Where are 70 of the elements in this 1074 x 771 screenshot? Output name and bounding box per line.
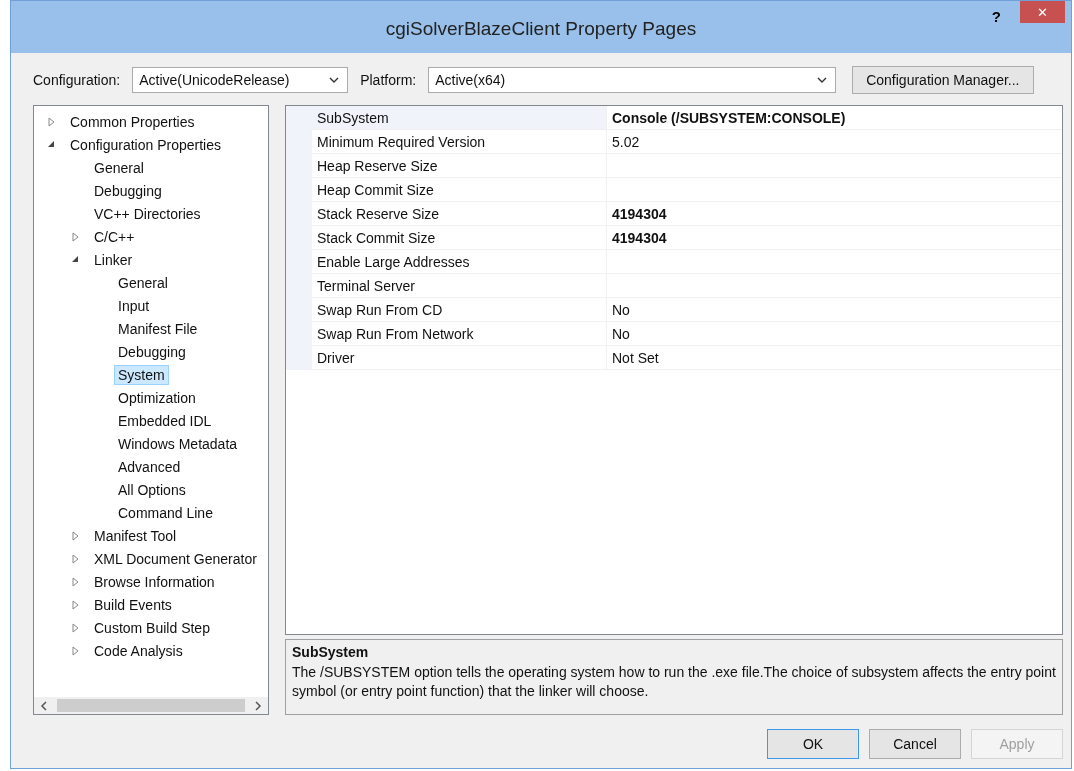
configuration-dropdown[interactable]: Active(UnicodeRelease): [132, 67, 349, 93]
close-button[interactable]: ✕: [1020, 1, 1065, 23]
tree-item[interactable]: Optimization: [114, 387, 200, 408]
tree-item[interactable]: Browse Information: [90, 571, 219, 592]
tree-item[interactable]: Debugging: [114, 341, 190, 362]
tree-item[interactable]: Custom Build Step: [90, 617, 214, 638]
help-button[interactable]: ?: [985, 7, 1007, 26]
scroll-right-icon[interactable]: [255, 700, 262, 711]
tree-item[interactable]: All Options: [114, 479, 190, 500]
collapsed-arrow-icon[interactable]: [72, 553, 79, 564]
chevron-icon: [329, 77, 340, 83]
tree-item[interactable]: Command Line: [114, 502, 217, 523]
collapsed-arrow-icon[interactable]: [72, 645, 79, 656]
tree-item[interactable]: Windows Metadata: [114, 433, 242, 454]
collapsed-arrow-icon[interactable]: [72, 599, 79, 610]
chevron-icon: [817, 77, 828, 83]
collapsed-arrow-icon[interactable]: [72, 622, 79, 633]
tree-item[interactable]: Linker: [90, 249, 137, 270]
expanded-arrow-icon[interactable]: [72, 256, 79, 263]
window-title: cgiSolverBlazeClient Property Pages: [385, 18, 697, 40]
tree-item[interactable]: Input: [114, 295, 154, 316]
configuration-label: Configuration:: [33, 72, 121, 88]
property-name[interactable]: Minimum Required Version: [312, 130, 607, 154]
scroll-left-icon[interactable]: [40, 700, 47, 711]
tree-item[interactable]: General: [114, 272, 172, 293]
tree-item[interactable]: Debugging: [90, 180, 166, 201]
property-name[interactable]: Driver: [312, 346, 607, 370]
tree-item[interactable]: Embedded IDL: [114, 410, 216, 431]
tree-item[interactable]: Code Analysis: [90, 640, 187, 661]
property-value[interactable]: No: [612, 301, 630, 318]
property-name[interactable]: SubSystem: [312, 106, 607, 130]
collapsed-arrow-icon[interactable]: [48, 116, 55, 127]
configuration-manager-button[interactable]: Configuration Manager...: [852, 66, 1034, 94]
property-name[interactable]: Stack Reserve Size: [312, 202, 607, 226]
description-text: The /SUBSYSTEM option tells the operating system how to run the .exe file.The choice of subsystem affects the entry point symbol (or entry point function) that the linker will choose.: [292, 663, 1056, 701]
property-name[interactable]: Swap Run From CD: [312, 298, 607, 322]
property-name[interactable]: Swap Run From Network: [312, 322, 607, 346]
property-name[interactable]: Heap Commit Size: [312, 178, 607, 202]
property-name[interactable]: Stack Commit Size: [312, 226, 607, 250]
platform-dropdown[interactable]: Active(x64): [428, 67, 837, 93]
tree-item[interactable]: System: [114, 364, 169, 385]
tree-item[interactable]: Manifest File: [114, 318, 202, 339]
property-name[interactable]: Terminal Server: [312, 274, 607, 298]
property-value[interactable]: 4194304: [612, 205, 667, 222]
collapsed-arrow-icon[interactable]: [72, 231, 79, 242]
property-value[interactable]: 4194304: [612, 229, 667, 246]
property-name[interactable]: Enable Large Addresses: [312, 250, 607, 274]
property-name[interactable]: Heap Reserve Size: [312, 154, 607, 178]
tree-item[interactable]: Common Properties: [66, 111, 199, 132]
collapsed-arrow-icon[interactable]: [72, 576, 79, 587]
tree-item[interactable]: C/C++: [90, 226, 139, 247]
tree-item[interactable]: General: [90, 157, 148, 178]
dialog-button[interactable]: Cancel: [869, 729, 961, 759]
tree-item[interactable]: VC++ Directories: [90, 203, 205, 224]
platform-label: Platform:: [360, 72, 417, 88]
property-value[interactable]: Console (/SUBSYSTEM:CONSOLE): [612, 109, 846, 126]
scrollbar-thumb[interactable]: [57, 699, 245, 712]
tree-item[interactable]: Advanced: [114, 456, 185, 477]
collapsed-arrow-icon[interactable]: [72, 530, 79, 541]
tree-item[interactable]: Configuration Properties: [66, 134, 225, 155]
tree-item[interactable]: Manifest Tool: [90, 525, 181, 546]
horizontal-scrollbar[interactable]: [34, 697, 268, 714]
property-value[interactable]: Not Set: [612, 349, 659, 366]
expanded-arrow-icon[interactable]: [48, 141, 55, 148]
description-title: SubSystem: [292, 644, 370, 660]
property-value[interactable]: No: [612, 325, 630, 342]
tree-item[interactable]: XML Document Generator: [90, 548, 261, 569]
property-value[interactable]: 5.02: [612, 133, 640, 150]
tree-item[interactable]: Build Events: [90, 594, 176, 615]
dialog-button[interactable]: OK: [767, 729, 859, 759]
